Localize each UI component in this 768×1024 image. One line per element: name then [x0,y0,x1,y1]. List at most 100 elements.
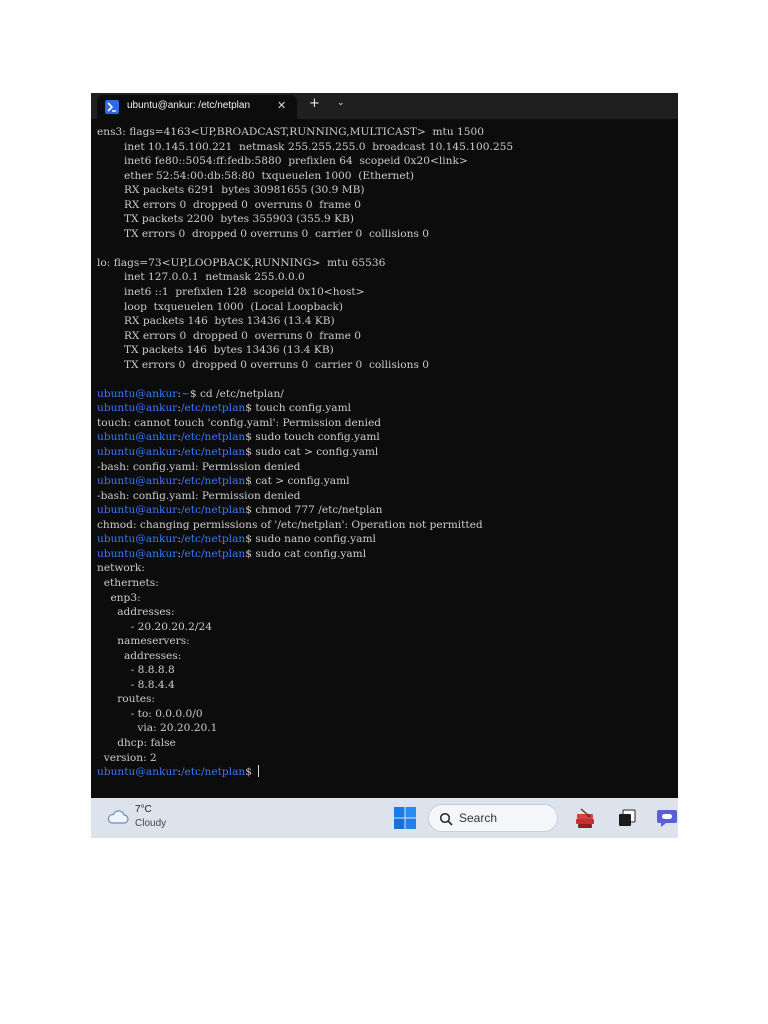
command-text: sudo touch config.yaml [251,431,380,444]
prompt-user: ubuntu@ankur [97,504,178,517]
prompt-line: ubuntu@ankur:/etc/netplan$ [97,765,675,780]
prompt-user: ubuntu@ankur [97,533,178,546]
prompt-path: ~ [180,387,190,400]
close-tab-icon[interactable]: ✕ [277,99,286,112]
output-line: TX errors 0 dropped 0 overruns 0 carrier… [97,358,430,371]
prompt-path: /etc/netplan [180,533,246,546]
command-text: cd /etc/netplan/ [196,387,284,400]
output-line: - 20.20.20.2/24 [97,620,212,633]
output-line: touch: cannot touch 'config.yaml': Permi… [97,416,382,429]
output-line: ens3: flags=4163<UP,BROADCAST,RUNNING,MU… [97,126,484,138]
command-text: cat > config.yaml [251,475,350,488]
output-line: nameservers: [97,635,190,648]
output-line: enp3: [97,591,141,604]
output-line: RX packets 6291 bytes 30981655 (30.9 MB) [97,184,365,197]
prompt-line: ubuntu@ankur:/etc/netplan$ chmod 777 /et… [97,503,675,518]
output-line: -bash: config.yaml: Permission denied [97,489,301,502]
output-line: addresses: [97,606,175,619]
prompt-symbol: $ [245,504,252,517]
prompt-symbol: $ [245,402,252,415]
output-line: RX errors 0 dropped 0 overruns 0 frame 0 [97,329,362,342]
prompt-user: ubuntu@ankur [97,431,178,444]
output-line: inet 10.145.100.221 netmask 255.255.255.… [97,140,514,153]
new-tab-icon[interactable]: + [309,96,320,111]
chat-app-icon[interactable] [656,808,678,828]
output-line: inet6 ::1 prefixlen 128 scopeid 0x10<hos… [97,286,365,299]
stacked-app-icon[interactable] [573,806,597,830]
prompt-path: /etc/netplan [180,504,246,517]
text-cursor [258,765,260,778]
command-text: sudo cat config.yaml [251,547,367,560]
command-text: sudo nano config.yaml [251,533,376,546]
output-line: ether 52:54:00:db:58:80 txqueuelen 1000 … [97,169,415,182]
prompt-symbol: $ [189,387,197,400]
output-line: TX packets 146 bytes 13436 (13.4 KB) [97,344,334,357]
output-line: TX packets 2200 bytes 355903 (355.9 KB) [97,213,354,226]
screenshot-window: ubuntu@ankur: /etc/netplan ✕ + ⌄ ens3: f… [91,93,678,838]
prompt-path: /etc/netplan [180,402,246,415]
output-line: inet 127.0.0.1 netmask 255.0.0.0 [97,271,305,284]
prompt-user: ubuntu@ankur [97,446,178,459]
prompt-path: /etc/netplan [180,446,246,459]
command-text: touch config.yaml [251,402,352,415]
output-line: RX errors 0 dropped 0 overruns 0 frame 0 [97,198,362,211]
search-label: Search [459,811,498,825]
output-line: addresses: [97,649,182,662]
output-line: dhcp: false [97,736,176,749]
weather-temperature[interactable]: 7°C [135,804,152,815]
command-text [252,766,255,778]
prompt-symbol: $ [245,431,252,444]
terminal-icon [105,100,119,114]
output-line: chmod: changing permissions of '/etc/net… [97,518,483,531]
prompt-symbol: $ [245,475,252,488]
output-line: routes: [97,693,156,706]
output-line: lo: flags=73<UP,LOOPBACK,RUNNING> mtu 65… [97,256,386,269]
terminal-title-bar: ubuntu@ankur: /etc/netplan ✕ + ⌄ [91,93,678,119]
prompt-user: ubuntu@ankur [97,475,178,488]
cloud-icon[interactable] [107,809,129,825]
prompt-symbol: $ [245,446,252,459]
taskbar: 7°C Cloudy Search [91,798,678,838]
command-text: chmod 777 /etc/netplan [251,504,383,517]
prompt-path: /etc/netplan [180,475,246,488]
output-line: RX packets 146 bytes 13436 (13.4 KB) [97,315,335,328]
output-line: -bash: config.yaml: Permission denied [97,460,301,473]
output-line: TX errors 0 dropped 0 overruns 0 carrier… [97,227,430,240]
prompt-line: ubuntu@ankur:/etc/netplan$ sudo cat conf… [97,547,675,562]
output-line: ethernets: [97,576,159,589]
prompt-path: /etc/netplan [180,766,246,779]
task-view-icon[interactable] [618,809,636,827]
prompt-symbol: $ [245,547,252,560]
prompt-line: ubuntu@ankur:/etc/netplan$ cat > config.… [97,474,675,489]
output-line: inet6 fe80::5054:ff:fedb:5880 prefixlen … [97,155,468,168]
windows-start-icon[interactable] [394,807,416,829]
prompt-line: ubuntu@ankur:/etc/netplan$ sudo cat > co… [97,445,675,460]
terminal-output[interactable]: ens3: flags=4163<UP,BROADCAST,RUNNING,MU… [97,125,675,795]
output-line: - 8.8.4.4 [97,678,175,691]
prompt-line: ubuntu@ankur:/etc/netplan$ sudo nano con… [97,532,675,547]
prompt-path: /etc/netplan [180,431,246,444]
prompt-symbol: $ [245,766,252,779]
prompt-user: ubuntu@ankur [97,766,178,779]
prompt-line: ubuntu@ankur:/etc/netplan$ sudo touch co… [97,430,675,445]
output-line: - to: 0.0.0.0/0 [97,707,203,720]
prompt-symbol: $ [245,533,252,546]
prompt-user: ubuntu@ankur [97,402,178,415]
taskbar-search[interactable]: Search [428,804,558,832]
output-line: - 8.8.8.8 [97,664,175,677]
prompt-user: ubuntu@ankur [97,547,178,560]
prompt-line: ubuntu@ankur:/etc/netplan$ touch config.… [97,401,675,416]
prompt-line: ubuntu@ankur:~$ cd /etc/netplan/ [97,387,675,402]
tab-title: ubuntu@ankur: /etc/netplan [127,100,251,111]
output-line: network: [97,562,145,575]
search-icon [439,812,453,826]
output-line: via: 20.20.20.1 [97,722,218,735]
terminal-tab[interactable]: ubuntu@ankur: /etc/netplan ✕ [97,95,297,119]
weather-condition[interactable]: Cloudy [135,818,166,829]
prompt-user: ubuntu@ankur [97,387,178,400]
chevron-down-icon[interactable]: ⌄ [337,98,345,108]
command-text: sudo cat > config.yaml [251,446,379,459]
output-line: loop txqueuelen 1000 (Local Loopback) [97,300,344,313]
